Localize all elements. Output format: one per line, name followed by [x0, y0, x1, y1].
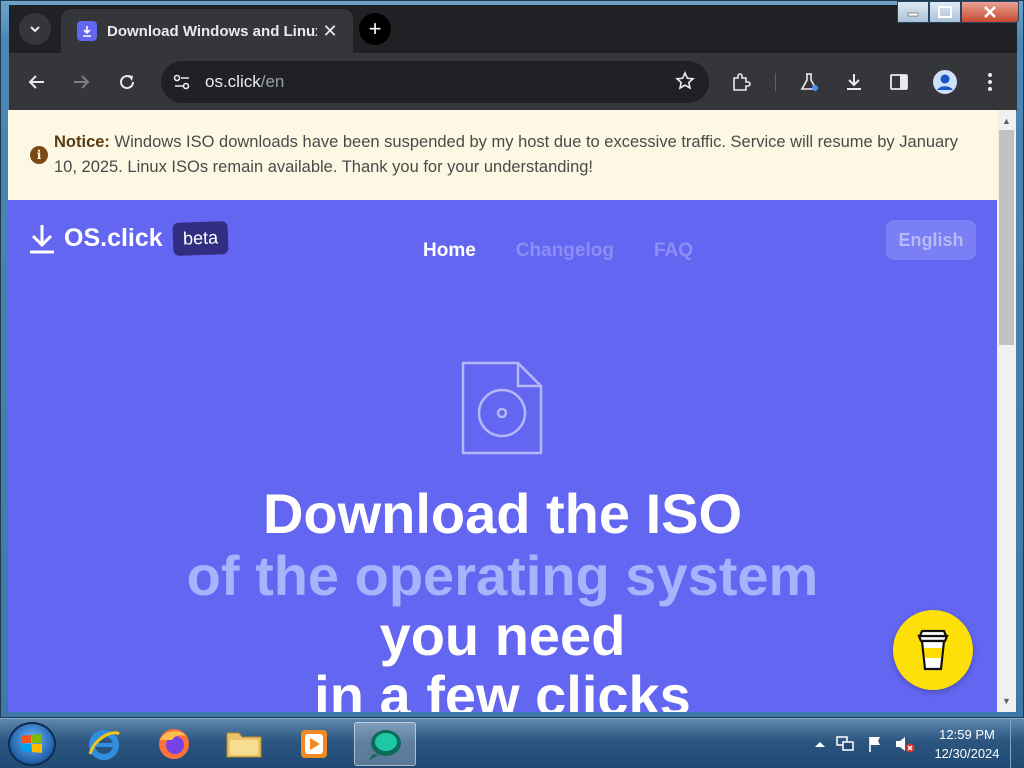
main-menu: Home Changelog FAQ — [423, 240, 693, 262]
taskbar-chrome-app[interactable] — [354, 722, 416, 766]
download-logo-icon — [30, 224, 54, 253]
notice-banner: i Notice: Windows ISO downloads have bee… — [8, 110, 997, 200]
taskbar-firefox[interactable] — [146, 722, 202, 766]
side-panel-button[interactable] — [883, 66, 915, 98]
notice-label: Notice: — [54, 133, 110, 151]
show-hidden-icons-icon[interactable] — [814, 739, 826, 749]
clock-date: 12/30/2024 — [934, 746, 1000, 761]
hero-line-1: Download the ISO — [262, 482, 743, 545]
url-host: os.click — [205, 72, 261, 91]
tab-search-button[interactable] — [19, 13, 51, 45]
firefox-icon — [159, 729, 189, 759]
tab-strip: Download Windows and Linux ISO ✕ + — [9, 5, 1017, 53]
bookmark-button[interactable] — [675, 71, 695, 96]
system-tray: 12:59 PM 12/30/2024 — [814, 719, 1024, 768]
nav-faq[interactable]: FAQ — [654, 240, 693, 262]
extensions-button[interactable] — [725, 66, 757, 98]
profile-button[interactable] — [929, 66, 961, 98]
site-nav: OS.click beta Home Changelog FAQ English — [8, 200, 997, 280]
scroll-thumb[interactable] — [999, 130, 1014, 345]
network-icon[interactable] — [834, 733, 856, 755]
url-path: /en — [260, 72, 285, 91]
scroll-down-arrow[interactable]: ▼ — [997, 692, 1016, 710]
coffee-cup-icon — [917, 629, 949, 671]
disc-file-icon — [460, 360, 544, 461]
internet-explorer-icon — [88, 730, 120, 760]
hero-line-4: in a few clicks — [314, 664, 691, 713]
site-settings-icon[interactable] — [173, 74, 191, 90]
maximize-button[interactable] — [929, 1, 961, 23]
windows-logo-icon — [22, 734, 42, 753]
extensions-icon — [733, 73, 751, 91]
new-tab-icon[interactable]: + — [359, 13, 391, 45]
taskbar: 12:59 PM 12/30/2024 — [0, 718, 1024, 768]
nav-changelog[interactable]: Changelog — [516, 240, 614, 262]
clock-time: 12:59 PM — [939, 727, 995, 742]
forward-button[interactable] — [65, 66, 97, 98]
close-window-button[interactable] — [961, 1, 1019, 23]
hero-line-2: of the operating system — [186, 544, 819, 607]
tab-active[interactable]: Download Windows and Linux ISO ✕ — [61, 9, 353, 53]
reload-icon — [120, 75, 135, 90]
close-tab-icon[interactable]: ✕ — [319, 20, 341, 42]
star-icon — [675, 71, 695, 90]
back-icon — [28, 75, 44, 89]
address-bar[interactable]: os.click/en — [161, 61, 709, 103]
folder-icon — [226, 732, 262, 758]
tab-title: Download Windows and Linux ISO — [107, 22, 317, 40]
tab-search-icon — [30, 26, 40, 33]
reload-button[interactable] — [111, 66, 143, 98]
buy-me-a-coffee-button[interactable] — [893, 610, 973, 690]
toolbar-divider — [775, 73, 776, 91]
taskbar-clock[interactable]: 12:59 PM 12/30/2024 — [930, 725, 1004, 763]
minimize-button[interactable] — [897, 1, 929, 23]
volume-muted-icon[interactable] — [894, 733, 916, 755]
window-controls — [897, 1, 1019, 25]
brand-name: OS.click — [64, 224, 163, 252]
labs-icon — [800, 73, 818, 91]
browser-toolbar: os.click/en — [9, 53, 1017, 111]
start-button[interactable] — [8, 722, 56, 766]
forward-icon — [74, 75, 90, 89]
downloads-icon — [847, 74, 861, 90]
info-icon: i — [30, 146, 48, 164]
notice-text: Windows ISO downloads have been suspende… — [54, 133, 958, 176]
profile-icon — [933, 70, 957, 94]
language-selector[interactable]: English — [886, 220, 976, 260]
taskbar-media-player[interactable] — [286, 722, 342, 766]
page-scrollbar[interactable]: ▲ ▼ — [997, 110, 1016, 712]
beta-badge: beta — [172, 221, 229, 256]
menu-icon — [988, 73, 992, 91]
scroll-up-arrow[interactable]: ▲ — [997, 112, 1016, 130]
show-desktop-button[interactable] — [1010, 719, 1024, 768]
menu-button[interactable] — [974, 66, 1006, 98]
action-center-flag-icon[interactable] — [864, 733, 886, 755]
page-viewport: i Notice: Windows ISO downloads have bee… — [8, 110, 997, 712]
media-player-icon — [301, 730, 327, 758]
app-bubble-icon — [369, 730, 401, 760]
side-panel-icon — [890, 74, 908, 90]
back-button[interactable] — [21, 66, 53, 98]
site-logo[interactable]: OS.click beta — [28, 221, 229, 256]
labs-button[interactable] — [793, 66, 825, 98]
nav-home[interactable]: Home — [423, 240, 476, 262]
download-favicon-icon — [77, 21, 97, 41]
taskbar-internet-explorer[interactable] — [76, 722, 132, 766]
downloads-button[interactable] — [838, 66, 870, 98]
hero-line-3: you need — [379, 604, 626, 667]
taskbar-file-explorer[interactable] — [216, 722, 272, 766]
